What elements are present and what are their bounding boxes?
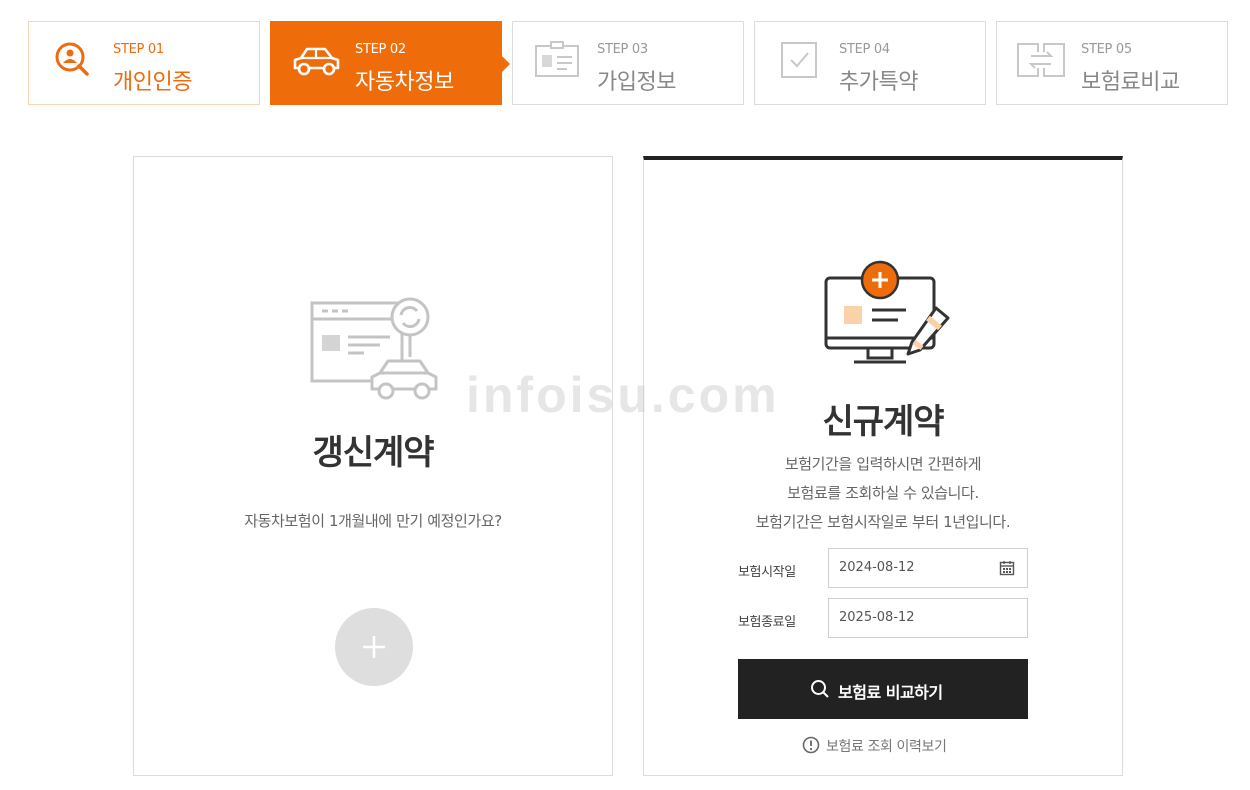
step-number: STEP 02 [355,42,406,57]
end-date-value: 2025-08-12 [839,610,915,625]
new-contract-description: 보험기간을 입력하시면 간편하게 보험료를 조회하실 수 있습니다. 보험기간은… [644,450,1122,537]
step-name: 가입정보 [597,70,676,95]
compare-premium-button[interactable]: 보험료 비교하기 [738,659,1028,719]
id-card-icon [535,41,579,77]
start-date-label: 보험시작일 [738,565,796,580]
description-line: 보험료를 조회하실 수 있습니다. [787,484,979,502]
step-name: 추가특약 [839,70,918,95]
plus-icon [363,636,385,658]
step-progress-bar: STEP 01 개인인증 STEP 02 자동차정보 STEP 03 가입정보 [28,21,1229,107]
step-name: 자동차정보 [355,70,454,95]
step-name: 개인인증 [113,70,192,95]
end-date-label: 보험종료일 [738,615,796,630]
step-number: STEP 03 [597,42,648,57]
start-date-value: 2024-08-12 [839,560,915,575]
search-icon [811,680,829,698]
checkbox-icon [781,42,817,78]
renewal-title: 갱신계약 [312,433,434,473]
info-icon [802,736,820,754]
person-search-icon [55,42,89,76]
premium-history-link[interactable]: 보험료 조회 이력보기 [802,736,947,756]
step-number: STEP 05 [1081,42,1132,57]
step-number: STEP 04 [839,42,890,57]
step-subscription-info[interactable]: STEP 03 가입정보 [512,21,744,105]
new-contract-card: 신규계약 보험기간을 입력하시면 간편하게 보험료를 조회하실 수 있습니다. … [643,156,1123,776]
step-personal-auth[interactable]: STEP 01 개인인증 [28,21,260,105]
new-contract-illustration-icon [824,260,950,364]
compare-arrows-icon [1017,43,1065,77]
start-date-field[interactable]: 2024-08-12 [828,548,1028,588]
step-car-info[interactable]: STEP 02 자동차정보 [270,21,510,105]
end-date-field[interactable]: 2025-08-12 [828,598,1028,638]
calendar-icon[interactable] [999,560,1015,576]
step-number: STEP 01 [113,42,164,57]
step-name: 보험료비교 [1081,70,1180,95]
renewal-illustration-icon [310,297,438,400]
car-icon [293,47,340,76]
compare-premium-label: 보험료 비교하기 [838,683,943,702]
description-line: 보험기간은 보험시작일로 부터 1년입니다. [755,513,1011,531]
premium-history-label: 보험료 조회 이력보기 [826,739,947,755]
description-line: 보험기간을 입력하시면 간편하게 [784,455,982,473]
renewal-contract-card[interactable]: 갱신계약 자동차보험이 1개월내에 만기 예정인가요? [133,156,613,776]
step-extra-rider[interactable]: STEP 04 추가특약 [754,21,986,105]
renewal-add-button[interactable] [335,608,413,686]
new-contract-title: 신규계약 [822,402,944,442]
renewal-description: 자동차보험이 1개월내에 만기 예정인가요? [244,512,502,530]
step-premium-compare[interactable]: STEP 05 보험료비교 [996,21,1228,105]
